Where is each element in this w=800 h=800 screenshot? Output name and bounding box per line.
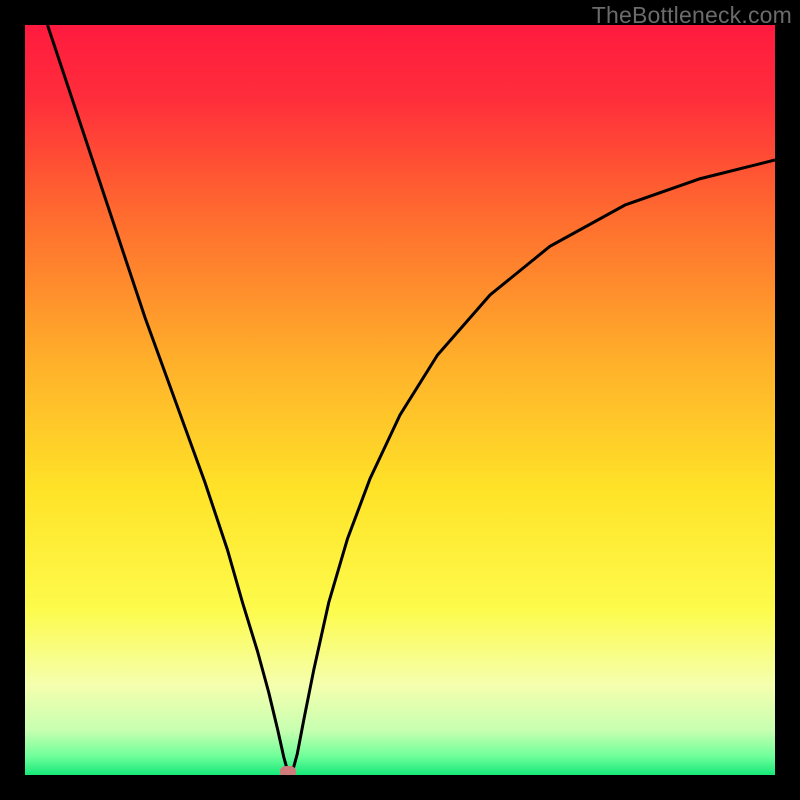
chart-frame: TheBottleneck.com	[0, 0, 800, 800]
bottleneck-curve	[25, 25, 775, 775]
plot-area	[25, 25, 775, 775]
optimum-marker	[280, 766, 296, 775]
